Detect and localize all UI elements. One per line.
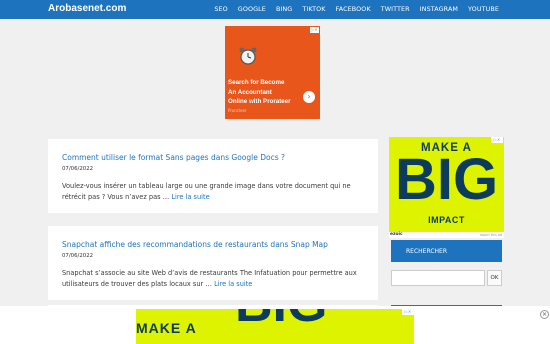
ezoic-logo[interactable]: ezoic	[390, 232, 403, 237]
post-title[interactable]: Comment utiliser le format Sans pages da…	[62, 153, 285, 162]
chevron-right-icon[interactable]: ›	[303, 91, 315, 103]
ad-headline: MAKE A	[136, 320, 197, 336]
report-ad-link[interactable]: report this ad	[480, 233, 502, 237]
search-input[interactable]	[391, 270, 485, 286]
ad-subline: IMPACT	[428, 215, 465, 225]
ezoic-bar: ezoic report this ad	[389, 232, 504, 238]
top-ad-text: Search for Become An Accountant Online w…	[228, 79, 291, 105]
ad-big-text: BIG	[235, 309, 327, 330]
close-icon[interactable]: ×	[540, 310, 549, 319]
nav-google[interactable]: GOOGLE	[238, 5, 266, 13]
post-card: Snapchat affiche des recommandations de …	[48, 226, 378, 300]
nav-instagram[interactable]: INSTAGRAM	[420, 5, 458, 13]
site-logo[interactable]: Arobasenet.com	[48, 3, 126, 14]
search-submit-button[interactable]: OK	[487, 270, 502, 286]
nav-youtube[interactable]: YOUTUBE	[468, 5, 499, 13]
alarm-clock-icon	[239, 47, 257, 65]
nav-seo[interactable]: SEO	[214, 5, 227, 13]
ad-choices-icon[interactable]: ▷✕	[402, 309, 414, 315]
top-ad-source: Prorateer	[228, 108, 247, 113]
read-more-link[interactable]: Lire la suite	[171, 193, 209, 201]
nav-twitter[interactable]: TWITTER	[381, 5, 410, 13]
search-widget-heading: RECHERCHER	[391, 240, 502, 262]
top-ad-banner[interactable]: ▷✕ Search for Become An Accountant Onlin…	[225, 26, 320, 119]
post-title[interactable]: Snapchat affiche des recommandations de …	[62, 240, 328, 249]
sidebar-ad[interactable]: ▷✕ MAKE A BIG IMPACT	[389, 137, 504, 236]
post-date: 07/06/2022	[62, 166, 94, 172]
read-more-link[interactable]: Lire la suite	[214, 280, 252, 288]
post-date: 07/06/2022	[62, 253, 94, 259]
post-card: Comment utiliser le format Sans pages da…	[48, 139, 378, 213]
nav-facebook[interactable]: FACEBOOK	[336, 5, 371, 13]
ad-choices-icon[interactable]: ▷✕	[310, 27, 319, 33]
ad-big-text: BIG	[394, 147, 499, 212]
main-nav: SEO GOOGLE BING TIKTOK FACEBOOK TWITTER …	[214, 5, 499, 13]
post-excerpt: Voulez-vous insérer un tableau large ou …	[62, 182, 351, 201]
nav-tiktok[interactable]: TIKTOK	[302, 5, 325, 13]
nav-bing[interactable]: BING	[276, 5, 292, 13]
site-header: Arobasenet.com SEO GOOGLE BING TIKTOK FA…	[0, 0, 550, 19]
post-excerpt: Snapchat s’associe au site Web d’avis de…	[62, 269, 357, 288]
bottom-ad-banner[interactable]: MAKE A BIG ▷✕	[136, 309, 414, 344]
